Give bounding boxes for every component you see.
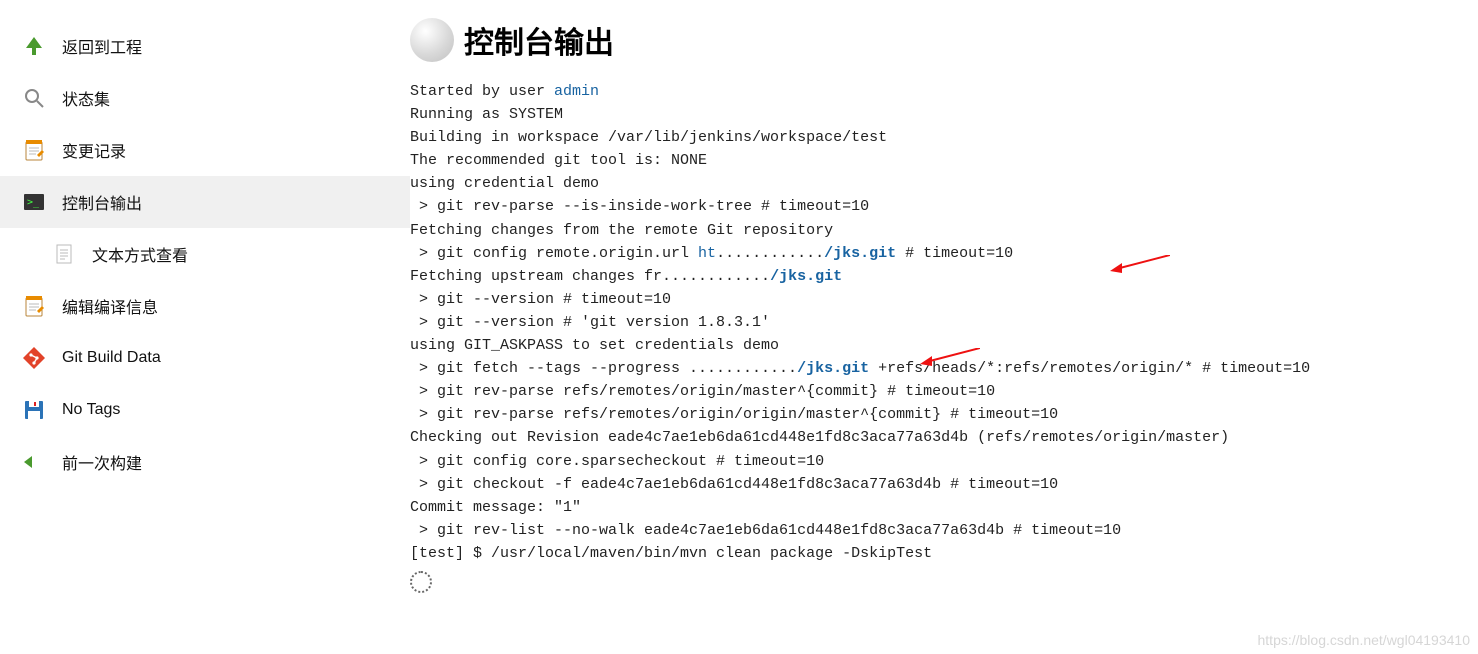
app-layout: 返回到工程 状态集 变更记录 >_ 控制台输出 文本方式查看 — [0, 0, 1478, 654]
page-title-row: 控制台输出 — [410, 18, 1468, 62]
left-arrow-icon — [22, 450, 46, 474]
svg-text:>_: >_ — [27, 197, 40, 208]
up-arrow-icon — [22, 34, 46, 58]
watermark: https://blog.csdn.net/wgl04193410 — [1258, 632, 1471, 648]
sidebar-item-git-build[interactable]: Git Build Data — [0, 332, 410, 384]
sidebar-item-label: 控制台输出 — [62, 190, 142, 214]
sidebar-item-label: Git Build Data — [62, 349, 161, 367]
document-icon — [52, 242, 76, 266]
notepad-icon — [22, 294, 46, 318]
sidebar-item-label: 前一次构建 — [62, 450, 142, 474]
terminal-icon: >_ — [22, 190, 46, 214]
sidebar-item-label: 返回到工程 — [62, 34, 142, 58]
sidebar-item-label: No Tags — [62, 401, 120, 419]
sidebar-item-changes[interactable]: 变更记录 — [0, 124, 410, 176]
sidebar-item-label: 变更记录 — [62, 138, 126, 162]
main-content: 控制台输出 Started by user admin Running as S… — [410, 0, 1478, 654]
sidebar-item-label: 编辑编译信息 — [62, 294, 158, 318]
floppy-icon — [22, 398, 46, 422]
sidebar: 返回到工程 状态集 变更记录 >_ 控制台输出 文本方式查看 — [0, 0, 410, 654]
sidebar-item-label: 文本方式查看 — [92, 242, 188, 266]
page-title: 控制台输出 — [464, 18, 614, 62]
sidebar-item-back[interactable]: 返回到工程 — [0, 20, 410, 72]
git-icon — [22, 346, 46, 370]
sidebar-item-plain-text[interactable]: 文本方式查看 — [0, 228, 410, 280]
sidebar-item-label: 状态集 — [62, 86, 110, 110]
sidebar-item-status[interactable]: 状态集 — [0, 72, 410, 124]
sidebar-item-no-tags[interactable]: No Tags — [0, 384, 410, 436]
console-output: Started by user admin Running as SYSTEM … — [410, 80, 1468, 565]
loading-spinner-icon — [410, 571, 432, 593]
sidebar-item-prev-build[interactable]: 前一次构建 — [0, 436, 410, 488]
magnifier-icon — [22, 86, 46, 110]
sidebar-item-console[interactable]: >_ 控制台输出 — [0, 176, 410, 228]
build-status-ball-icon — [410, 18, 454, 62]
sidebar-item-edit-info[interactable]: 编辑编译信息 — [0, 280, 410, 332]
notepad-icon — [22, 138, 46, 162]
